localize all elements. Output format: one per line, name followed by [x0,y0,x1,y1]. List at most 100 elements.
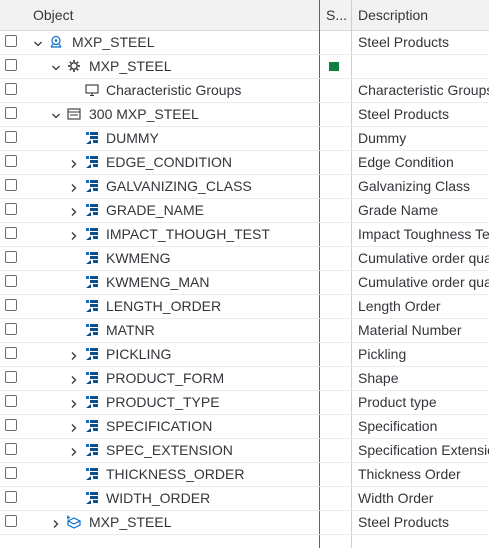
row-select-checkbox[interactable] [5,347,17,359]
tree-row[interactable]: GRADE_NAME Grade Name [0,199,489,223]
object-name[interactable]: SPEC_EXTENSION [106,439,233,462]
object-name[interactable]: KWMENG_MAN [106,271,209,294]
chevron-right-icon[interactable] [69,420,79,432]
characteristic-icon [85,323,99,337]
tree-row[interactable]: 300 MXP_STEEL Steel Products [0,103,489,127]
row-select-checkbox[interactable] [5,275,17,287]
tree-row[interactable]: PICKLING Pickling [0,343,489,367]
tree-row[interactable]: SPECIFICATION Specification [0,415,489,439]
object-name[interactable]: PRODUCT_FORM [106,367,224,390]
row-select-checkbox[interactable] [5,107,17,119]
row-select-checkbox[interactable] [5,419,17,431]
row-select-checkbox[interactable] [5,491,17,503]
object-name[interactable]: MXP_STEEL [72,31,154,54]
tree-row[interactable]: DUMMY Dummy [0,127,489,151]
row-select-checkbox[interactable] [5,83,17,95]
object-description: Galvanizing Class [358,178,471,194]
row-select-checkbox[interactable] [5,443,17,455]
tree-row[interactable]: IMPACT_THOUGH_TEST Impact Toughness Test [0,223,489,247]
chevron-right-icon[interactable] [69,204,79,216]
object-name[interactable]: EDGE_CONDITION [106,151,232,174]
chevron-right-icon[interactable] [69,372,79,384]
chevron-right-icon[interactable] [69,396,79,408]
table-header: Object S... Description [0,0,489,31]
row-select-checkbox[interactable] [5,371,17,383]
chevron-right-icon[interactable] [69,156,79,168]
object-description: Width Order [358,490,434,506]
object-name[interactable]: MATNR [106,319,155,342]
object-name[interactable]: MXP_STEEL [89,55,171,78]
object-name[interactable]: DUMMY [106,127,159,150]
row-select-checkbox[interactable] [5,515,17,527]
column-header-description[interactable]: Description [358,0,489,30]
tree-row[interactable]: PRODUCT_FORM Shape [0,367,489,391]
row-select-checkbox[interactable] [5,203,17,215]
chevron-down-icon[interactable] [51,108,61,119]
tree-row[interactable]: WIDTH_ORDER Width Order [0,487,489,511]
object-description: Thickness Order [358,466,461,482]
chevron-right-icon[interactable] [69,444,79,456]
chevron-down-icon[interactable] [51,60,61,71]
object-name[interactable]: GRADE_NAME [106,199,204,222]
tree-row[interactable]: MXP_STEEL Steel Products [0,511,489,535]
object-name[interactable]: THICKNESS_ORDER [106,463,244,486]
row-select-checkbox[interactable] [5,323,17,335]
row-select-checkbox[interactable] [5,155,17,167]
characteristic-icon [85,491,99,505]
row-select-checkbox[interactable] [5,227,17,239]
tree-row[interactable]: MXP_STEEL [0,55,489,79]
object-description: Shape [358,370,399,386]
characteristic-icon [85,251,99,265]
tree-row[interactable]: MATNR Material Number [0,319,489,343]
object-name[interactable]: PRODUCT_TYPE [106,391,220,414]
object-name[interactable]: IMPACT_THOUGH_TEST [106,223,270,246]
object-name[interactable]: PICKLING [106,343,171,366]
characteristic-icon [85,347,99,361]
folder-list-icon [67,107,81,121]
chevron-down-icon[interactable] [33,36,43,47]
object-description: Pickling [358,346,407,362]
chevron-right-icon[interactable] [69,348,79,360]
tree-row[interactable]: THICKNESS_ORDER Thickness Order [0,463,489,487]
row-select-checkbox[interactable] [5,131,17,143]
object-name[interactable]: WIDTH_ORDER [106,487,210,510]
row-select-checkbox[interactable] [5,251,17,263]
tree-row[interactable]: KWMENG Cumulative order quantity [0,247,489,271]
tree-row[interactable]: SPEC_EXTENSION Specification Extension [0,439,489,463]
tree-row[interactable]: MXP_STEEL Steel Products [0,31,489,55]
row-select-checkbox[interactable] [5,35,17,47]
object-name[interactable]: Characteristic Groups [106,79,241,102]
object-name[interactable]: KWMENG [106,247,171,270]
class-add-icon [66,515,82,529]
column-header-status[interactable]: S... [326,0,346,30]
row-select-checkbox[interactable] [5,179,17,191]
object-name[interactable]: SPECIFICATION [106,415,212,438]
object-description: Edge Condition [358,154,454,170]
object-description [358,55,489,78]
object-description: Cumulative order quantity [358,250,489,266]
row-select-checkbox[interactable] [5,59,17,71]
characteristic-gear-icon [67,59,81,73]
characteristic-icon [85,419,99,433]
tree-row[interactable]: GALVANIZING_CLASS Galvanizing Class [0,175,489,199]
object-description: Steel Products [358,34,450,50]
row-select-checkbox[interactable] [5,467,17,479]
chevron-right-icon[interactable] [69,228,79,240]
characteristic-icon [85,467,99,481]
tree-row[interactable]: LENGTH_ORDER Length Order [0,295,489,319]
chevron-right-icon[interactable] [69,180,79,192]
object-name[interactable]: GALVANIZING_CLASS [106,175,252,198]
row-select-checkbox[interactable] [5,395,17,407]
object-description: Characteristic Groups [358,82,489,98]
object-name[interactable]: LENGTH_ORDER [106,295,221,318]
row-select-checkbox[interactable] [5,299,17,311]
object-name[interactable]: 300 MXP_STEEL [89,103,199,126]
tree-row[interactable]: EDGE_CONDITION Edge Condition [0,151,489,175]
column-header-object[interactable]: Object [33,0,313,30]
tree-row[interactable]: PRODUCT_TYPE Product type [0,391,489,415]
object-name[interactable]: MXP_STEEL [89,511,171,534]
tree-row[interactable]: KWMENG_MAN Cumulative order quantity [0,271,489,295]
tree-row[interactable]: Characteristic Groups Characteristic Grou… [0,79,489,103]
chevron-right-icon[interactable] [51,516,61,528]
characteristic-icon [85,203,99,217]
